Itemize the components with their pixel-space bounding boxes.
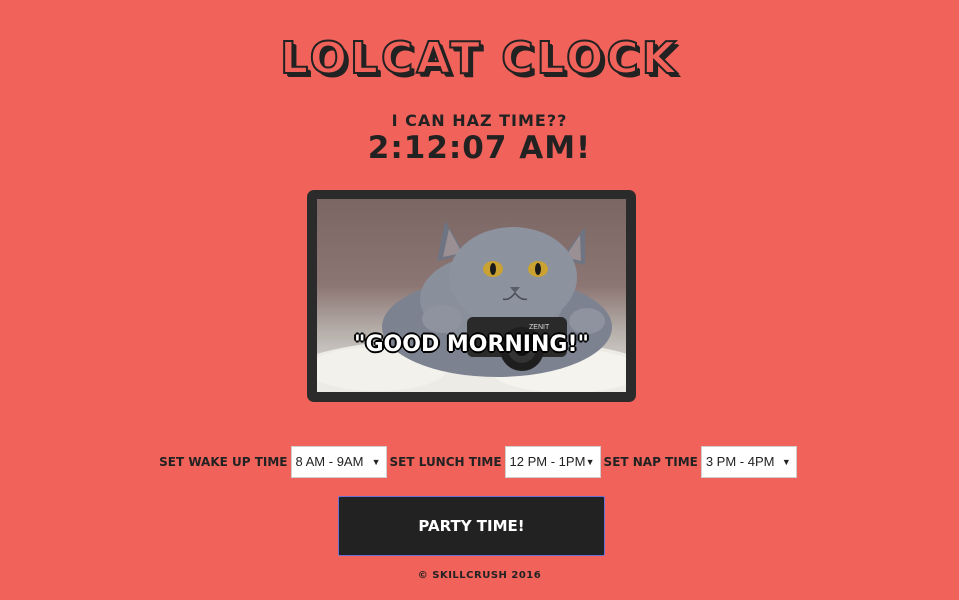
wake-up-time-select[interactable]: 8 AM - 9AM ▼ xyxy=(290,446,387,478)
lunch-time-value: 12 PM - 1PM xyxy=(509,454,586,469)
wake-up-time-value: 8 AM - 9AM xyxy=(295,454,364,469)
clock-time: 2:12:07 AM! xyxy=(367,130,592,166)
lolcat-caption: "GOOD MORNING!" xyxy=(354,332,589,357)
page: LOLCAT CLOCK I CAN HAZ TIME?? 2:12:07 AM… xyxy=(0,0,959,600)
cat-illustration: ZENIT xyxy=(317,221,626,392)
dropdown-arrow-icon: ▼ xyxy=(585,457,595,467)
nap-time-label: SET NAP TIME xyxy=(603,455,698,469)
footer-copyright: © SKILLCRUSH 2016 xyxy=(417,570,542,581)
nap-time-select[interactable]: 3 PM - 4PM ▼ xyxy=(700,446,797,478)
dropdown-arrow-icon: ▼ xyxy=(781,457,791,467)
lunch-time-label: SET LUNCH TIME xyxy=(389,455,502,469)
party-time-button[interactable]: PARTY TIME! xyxy=(338,496,605,556)
dropdown-arrow-icon: ▼ xyxy=(371,457,381,467)
lolcat-image-frame: ZENIT "GOOD MORNING!" xyxy=(307,190,636,402)
wake-up-time-label: SET WAKE UP TIME xyxy=(159,455,288,469)
lolcat-image: ZENIT "GOOD MORNING!" xyxy=(317,199,626,392)
nap-time-value: 3 PM - 4PM xyxy=(705,454,775,469)
camera-brand-text: ZENIT xyxy=(529,324,550,331)
clock-subtitle: I CAN HAZ TIME?? xyxy=(391,111,568,130)
time-settings: SET WAKE UP TIME 8 AM - 9AM ▼ SET LUNCH … xyxy=(0,445,959,479)
lunch-time-select[interactable]: 12 PM - 1PM ▼ xyxy=(504,446,601,478)
page-title: LOLCAT CLOCK xyxy=(279,32,679,85)
